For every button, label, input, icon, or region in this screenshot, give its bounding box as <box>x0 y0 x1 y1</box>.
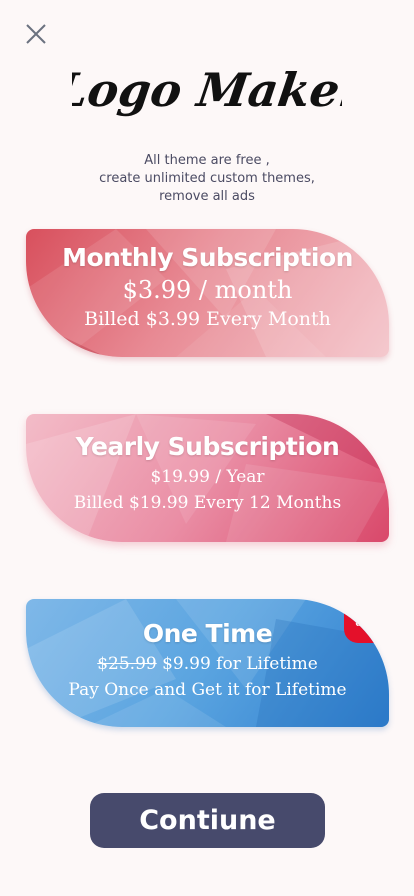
close-icon[interactable] <box>20 20 52 52</box>
plan-title: Yearly Subscription <box>75 432 340 461</box>
plan-price: $3.99 / month <box>122 276 293 304</box>
plan-price: $9.99 for Lifetime <box>162 654 318 674</box>
close-button[interactable] <box>20 20 52 52</box>
plan-old-price: $25.99 <box>97 654 157 674</box>
logo: Logo Maker <box>0 52 414 132</box>
plan-title: Monthly Subscription <box>62 243 353 272</box>
tagline: All theme are free , create unlimited cu… <box>0 152 414 206</box>
tagline-line-3: remove all ads <box>159 189 255 204</box>
plan-billing: Billed $19.99 Every 12 Months <box>73 493 342 513</box>
tagline-line-1: All theme are free , <box>144 153 270 168</box>
discount-off-label: OFF <box>355 619 378 629</box>
logo-wordmark: Logo Maker <box>72 63 342 117</box>
continue-button[interactable]: Contiune <box>90 793 325 848</box>
plan-title: One Time <box>142 619 273 648</box>
discount-percent: 60% <box>350 604 383 620</box>
plan-price: $19.99 / Year <box>150 467 265 487</box>
plan-card-yearly[interactable]: Yearly Subscription $19.99 / Year Billed… <box>26 414 389 542</box>
discount-badge: 60% OFF <box>344 599 389 643</box>
plan-price-row: $25.99 $9.99 for Lifetime <box>26 654 389 674</box>
plan-billing: Billed $3.99 Every Month <box>84 308 331 330</box>
logo-text: Logo Maker <box>72 63 342 117</box>
plan-card-monthly[interactable]: Monthly Subscription $3.99 / month Bille… <box>26 229 389 357</box>
plan-billing: Pay Once and Get it for Lifetime <box>68 680 347 700</box>
plan-card-onetime[interactable]: 60% OFF One Time $25.99 $9.99 for Lifeti… <box>26 599 389 727</box>
tagline-line-2: create unlimited custom themes, <box>99 171 315 186</box>
